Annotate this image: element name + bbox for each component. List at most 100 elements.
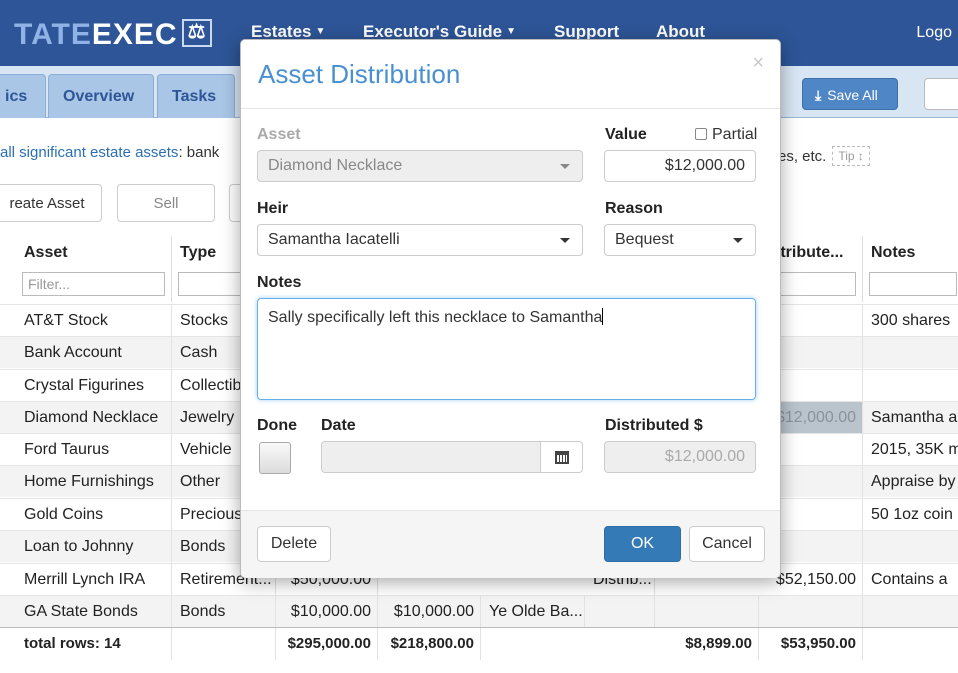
- asset-select[interactable]: Diamond Necklace: [257, 150, 583, 182]
- notes-textarea[interactable]: Sally specifically left this necklace to…: [257, 298, 756, 400]
- column-asset-label: Asset: [24, 244, 68, 261]
- cell-expenses: [655, 596, 759, 628]
- cell-notes: 300 shares: [863, 305, 958, 337]
- cell-asset: Gold Coins: [16, 499, 172, 531]
- value-input[interactable]: $12,000.00: [604, 150, 756, 182]
- column-type-label: Type: [180, 244, 217, 261]
- text-cursor: [602, 308, 604, 325]
- partial-label: Partial: [712, 126, 758, 143]
- cell-notes: [863, 337, 958, 369]
- cell-asset: Merrill Lynch IRA: [16, 564, 172, 596]
- cell-status: [585, 596, 655, 628]
- cell-asset: Bank Account: [16, 337, 172, 369]
- cell-notes: [863, 370, 958, 402]
- intro-link[interactable]: all significant estate assets: [0, 144, 178, 161]
- done-checkbox[interactable]: [259, 442, 291, 474]
- heir-select-value: Samantha Iacatelli: [268, 231, 400, 248]
- caret-down-icon: ▼: [315, 26, 326, 37]
- scales-icon: [181, 19, 212, 47]
- totals-type: [172, 628, 276, 660]
- column-header-asset[interactable]: Asset Filter...: [16, 236, 172, 302]
- cell-distributed: [759, 596, 863, 628]
- reason-label: Reason: [605, 200, 663, 217]
- delete-button[interactable]: Delete: [257, 526, 331, 562]
- logo-text-right: EXEC: [91, 18, 178, 51]
- cell-asset: Crystal Figurines: [16, 370, 172, 402]
- cell-asset: AT&T Stock: [16, 305, 172, 337]
- cell-notes: [863, 596, 958, 628]
- cell-asset: Home Furnishings: [16, 466, 172, 498]
- cell-net-value: $10,000.00: [378, 596, 481, 628]
- ok-button[interactable]: OK: [604, 526, 681, 562]
- distributed-label: Distributed $: [605, 417, 703, 434]
- cell-notes: Appraise by: [863, 466, 958, 498]
- cell-notes: Contains a: [863, 564, 958, 596]
- notes-text: Sally specifically left this necklace to…: [268, 309, 603, 326]
- partial-checkbox[interactable]: Partial: [695, 126, 757, 144]
- save-all-button[interactable]: ⤓ Save All: [802, 78, 898, 110]
- asset-filter-input[interactable]: Filter...: [22, 272, 165, 296]
- dialog-divider: [241, 108, 780, 109]
- cell-asset: Loan to Johnny: [16, 531, 172, 563]
- cell-notes: 50 1oz coin: [863, 499, 958, 531]
- intro-text: all significant estate assets: bank: [0, 144, 219, 161]
- column-notes-label: Notes: [871, 244, 916, 261]
- tab-tasks[interactable]: Tasks: [157, 74, 235, 118]
- date-input[interactable]: [321, 441, 541, 473]
- cell-notes: [863, 531, 958, 563]
- app-logo[interactable]: TATEEXEC: [14, 18, 212, 52]
- totals-row: total rows: 14 $295,000.00 $218,800.00 $…: [0, 627, 958, 660]
- column-header-notes[interactable]: Notes: [863, 236, 958, 302]
- distributed-input[interactable]: $12,000.00: [604, 441, 756, 473]
- cell-notes: 2015, 35K m: [863, 434, 958, 466]
- date-label: Date: [321, 417, 356, 434]
- totals-distributed: $53,950.00: [759, 628, 863, 660]
- caret-down-icon: ▼: [506, 26, 517, 37]
- intro-right-text: es, etc.: [778, 148, 827, 165]
- dialog-title: Asset Distribution: [258, 59, 461, 89]
- cell-value: $10,000.00: [276, 596, 378, 628]
- dropdown-arrow-icon: [560, 238, 570, 243]
- cell-asset: Diamond Necklace: [16, 402, 172, 434]
- heir-label: Heir: [257, 200, 289, 217]
- reason-select-value: Bequest: [615, 231, 674, 248]
- checkbox-icon: [695, 128, 707, 140]
- asset-distribution-dialog: Asset Distribution × Asset Diamond Neckl…: [240, 39, 781, 578]
- extra-button[interactable]: [924, 78, 958, 110]
- dropdown-arrow-icon: [733, 238, 743, 243]
- intro-text-right: es, etc. Tip ↕: [778, 146, 870, 166]
- cell-institution: Ye Olde Ba...: [481, 596, 585, 628]
- save-all-label: Save All: [827, 87, 878, 103]
- totals-label: total rows: 14: [16, 628, 172, 660]
- tab-partial-left[interactable]: ics: [0, 74, 46, 118]
- cancel-button[interactable]: Cancel: [689, 526, 765, 562]
- logo-text-left: TATE: [14, 18, 92, 51]
- close-icon[interactable]: ×: [752, 52, 764, 75]
- cell-asset: Ford Taurus: [16, 434, 172, 466]
- download-icon: ⤓: [815, 87, 822, 103]
- value-label: Value: [605, 126, 647, 143]
- notes-label: Notes: [257, 274, 302, 291]
- asset-select-value: Diamond Necklace: [268, 157, 403, 174]
- intro-rest: : bank: [178, 144, 220, 161]
- table-row[interactable]: GA State Bonds Bonds $10,000.00 $10,000.…: [0, 595, 958, 628]
- tip-badge[interactable]: Tip ↕: [832, 146, 870, 166]
- totals-expenses: $8,899.00: [655, 628, 759, 660]
- cell-type: Bonds: [172, 596, 276, 628]
- reason-select[interactable]: Bequest: [604, 224, 756, 256]
- create-asset-button[interactable]: reate Asset: [0, 184, 102, 222]
- calendar-icon: [555, 451, 569, 464]
- cell-asset: GA State Bonds: [16, 596, 172, 628]
- tab-overview[interactable]: Overview: [48, 74, 154, 118]
- done-label: Done: [257, 417, 297, 434]
- sell-button[interactable]: Sell: [117, 184, 215, 222]
- logout-link[interactable]: Logo: [916, 24, 952, 42]
- notes-filter-input[interactable]: [869, 272, 957, 296]
- heir-select[interactable]: Samantha Iacatelli: [257, 224, 583, 256]
- tip-label: Tip: [838, 149, 855, 163]
- totals-net-value: $218,800.00: [378, 628, 481, 660]
- cell-notes: Samantha a: [863, 402, 958, 434]
- totals-value: $295,000.00: [276, 628, 378, 660]
- calendar-button[interactable]: [540, 441, 583, 473]
- dropdown-arrow-icon: [560, 164, 570, 169]
